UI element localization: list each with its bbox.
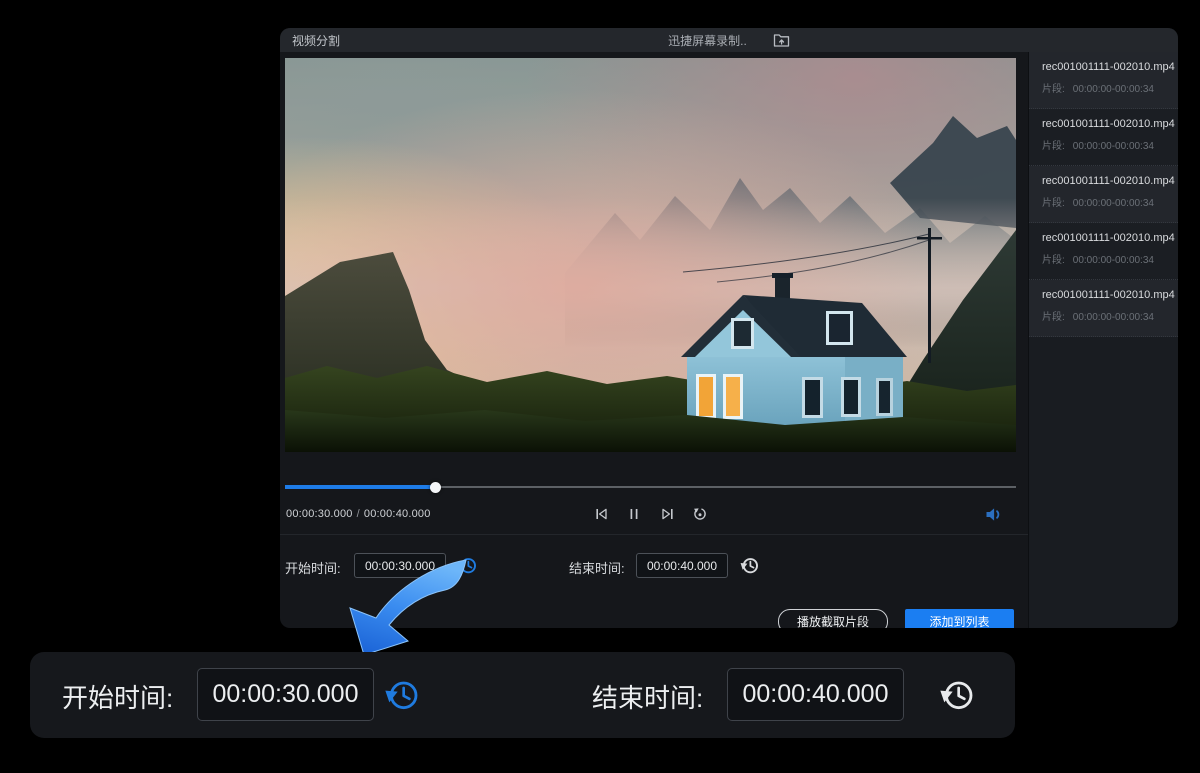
end-history-icon[interactable]	[739, 555, 760, 576]
video-frame-scene	[285, 58, 1016, 452]
clip-list: rec001001111-002010.mp4 片段: 00:00:00-00:0…	[1028, 52, 1178, 628]
callout-start-history-icon	[382, 675, 422, 715]
segment-label: 片段:	[1042, 84, 1065, 95]
callout-end-input	[727, 668, 904, 721]
video-preview	[285, 58, 1016, 452]
pause-button[interactable]	[626, 506, 642, 522]
list-item[interactable]: rec001001111-002010.mp4 片段: 00:00:00-00:0…	[1029, 223, 1178, 280]
restart-icon[interactable]	[692, 506, 708, 522]
segment-range: 00:00:00-00:00:34	[1073, 255, 1154, 266]
play-clip-button[interactable]: 播放截取片段	[778, 609, 888, 628]
transport-controls	[285, 506, 1016, 522]
end-time-label: 结束时间:	[569, 558, 625, 577]
segment-label: 片段:	[1042, 141, 1065, 152]
clip-filename: rec001001111-002010.mp4	[1042, 61, 1174, 73]
start-time-label: 开始时间:	[285, 558, 341, 577]
section-divider	[280, 534, 1028, 535]
segment-label: 片段:	[1042, 255, 1065, 266]
callout-start-input	[197, 668, 374, 721]
segment-range: 00:00:00-00:00:34	[1073, 141, 1154, 152]
segment-label: 片段:	[1042, 198, 1065, 209]
trim-zoom-callout: 开始时间: 结束时间:	[30, 652, 1015, 738]
callout-end-label: 结束时间:	[592, 678, 703, 715]
video-split-window: 视频分割 迅捷屏幕录制..	[280, 28, 1178, 628]
clip-filename: rec001001111-002010.mp4	[1042, 289, 1174, 301]
end-time-input[interactable]	[636, 553, 728, 578]
list-item[interactable]: rec001001111-002010.mp4 片段: 00:00:00-00:0…	[1029, 280, 1178, 337]
seek-thumb[interactable]	[430, 482, 441, 493]
seek-fill	[285, 485, 435, 489]
player-area: 00:00:30.000/00:00:40.000	[280, 52, 1028, 628]
list-item[interactable]: rec001001111-002010.mp4 片段: 00:00:00-00:0…	[1029, 52, 1178, 109]
titlebar: 视频分割 迅捷屏幕录制..	[280, 28, 1178, 52]
list-item[interactable]: rec001001111-002010.mp4 片段: 00:00:00-00:0…	[1029, 109, 1178, 166]
segment-range: 00:00:00-00:00:34	[1073, 84, 1154, 95]
segment-label: 片段:	[1042, 312, 1065, 323]
seek-bar[interactable]	[285, 481, 1016, 493]
segment-range: 00:00:00-00:00:34	[1073, 198, 1154, 209]
segment-range: 00:00:00-00:00:34	[1073, 312, 1154, 323]
add-to-list-button[interactable]: 添加到列表	[905, 609, 1014, 628]
clip-filename: rec001001111-002010.mp4	[1042, 232, 1174, 244]
folder-import-icon[interactable]	[773, 33, 790, 48]
titlebar-center: 迅捷屏幕录制..	[280, 32, 1178, 49]
clip-filename: rec001001111-002010.mp4	[1042, 175, 1174, 187]
playback-bar: 00:00:30.000/00:00:40.000	[285, 502, 1016, 528]
callout-end-history-icon	[937, 675, 977, 715]
callout-arrow-icon	[342, 552, 472, 657]
volume-icon[interactable]	[984, 506, 1004, 524]
list-item[interactable]: rec001001111-002010.mp4 片段: 00:00:00-00:0…	[1029, 166, 1178, 223]
app-name-label: 迅捷屏幕录制..	[668, 32, 747, 49]
callout-start-label: 开始时间:	[62, 678, 173, 715]
skip-forward-button[interactable]	[659, 506, 675, 522]
clip-filename: rec001001111-002010.mp4	[1042, 118, 1174, 130]
skip-back-button[interactable]	[593, 506, 609, 522]
